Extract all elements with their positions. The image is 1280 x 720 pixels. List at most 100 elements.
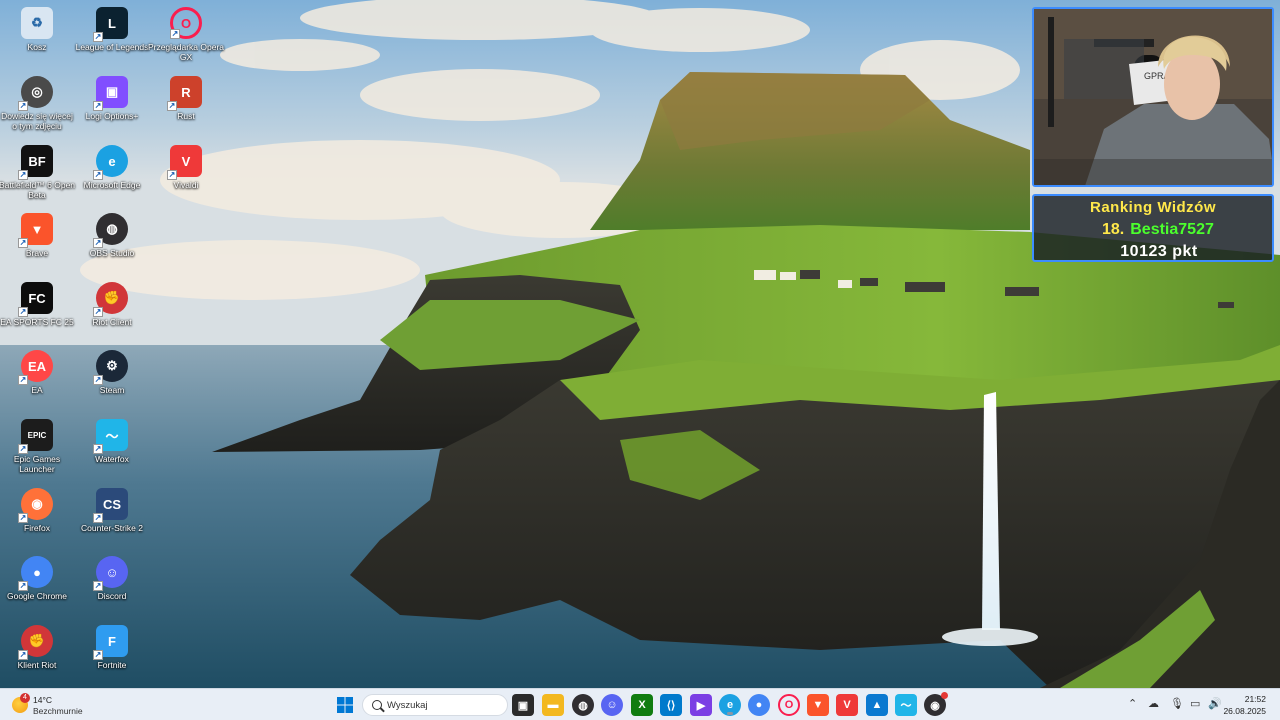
- taskbar-clock[interactable]: 21:52 26.08.2025: [1223, 693, 1266, 717]
- desktop-icon-label: Klient Riot: [17, 660, 57, 670]
- desktop-icon-label: Dowiedz się więcej o tym zdjęciu: [1, 111, 73, 131]
- taskbar-app-edge[interactable]: e: [719, 694, 741, 716]
- taskbar-app-media[interactable]: ▶: [690, 694, 712, 716]
- taskbar-app-task-view[interactable]: ▣: [512, 694, 534, 716]
- desktop-icon-riot-client[interactable]: ✊ ↗ Klient Riot: [0, 621, 74, 683]
- taskbar-app-xbox[interactable]: X: [631, 694, 653, 716]
- desktop-icon-label: OBS Studio: [89, 248, 135, 258]
- recording-dot-icon: [941, 692, 948, 699]
- recycle-bin-icon: ♻: [21, 7, 53, 39]
- desktop-icon-obs[interactable]: ◍ ↗ OBS Studio: [75, 209, 149, 271]
- desktop-icon-label: Fortnite: [97, 660, 127, 670]
- desktop-icon-waterfox[interactable]: 〜 ↗ Waterfox: [75, 415, 149, 477]
- shortcut-arrow-icon: ↗: [18, 101, 28, 111]
- desktop-icon-fortnite[interactable]: F ↗ Fortnite: [75, 621, 149, 683]
- shortcut-arrow-icon: ↗: [93, 375, 103, 385]
- microphone-icon[interactable]: 🎙: [1170, 697, 1184, 710]
- shortcut-arrow-icon: ↗: [18, 238, 28, 248]
- desktop-icon-label: Vivaldi: [173, 180, 199, 190]
- desktop-icon-discord[interactable]: ☺ ↗ Discord: [75, 552, 149, 614]
- ea-icon: EA ↗: [18, 350, 53, 385]
- start-button[interactable]: [334, 694, 356, 716]
- desktop-icon-riot-client[interactable]: ✊ ↗ Riot Client: [75, 278, 149, 340]
- desktop-icon-counter-strike[interactable]: CS ↗ Counter-Strike 2: [75, 484, 149, 546]
- desktop-icon-label: Firefox: [24, 523, 50, 533]
- riot-client-icon: ✊ ↗: [18, 625, 53, 660]
- taskbar-search[interactable]: [362, 694, 508, 716]
- battlefield-icon: BF ↗: [18, 145, 53, 180]
- taskbar-app-opera-gx[interactable]: O: [778, 694, 800, 716]
- firefox-icon: ◉ ↗: [18, 488, 53, 523]
- shortcut-arrow-icon: ↗: [167, 170, 177, 180]
- desktop-icon-steam[interactable]: ⚙ ↗ Steam: [75, 346, 149, 408]
- windows-logo-icon: [337, 697, 353, 713]
- desktop-icon-opera-gx[interactable]: O ↗ Przeglądarka Opera GX: [148, 3, 224, 65]
- counter-strike-icon: CS ↗: [93, 488, 128, 523]
- desktop-icon-logi-options[interactable]: ▣ ↗ Logi Options+: [75, 72, 149, 134]
- shortcut-arrow-icon: ↗: [93, 513, 103, 523]
- webcam-feed: GPRACE: [1034, 9, 1272, 185]
- ranking-username: Bestia7527: [1130, 221, 1214, 238]
- rust-icon: R ↗: [167, 76, 202, 111]
- desktop-icon-label: Counter-Strike 2: [81, 523, 143, 533]
- vivaldi-icon: V ↗: [167, 145, 202, 180]
- shortcut-arrow-icon: ↗: [93, 32, 103, 42]
- search-input[interactable]: [387, 698, 497, 713]
- cloud-icon[interactable]: ☁: [1148, 697, 1159, 710]
- shortcut-arrow-icon: ↗: [167, 101, 177, 111]
- desktop-icon-label: Microsoft Edge: [83, 180, 141, 190]
- desktop-icon-recycle-bin[interactable]: ♻ Kosz: [0, 3, 74, 65]
- desktop-icon-label: Logi Options+: [85, 111, 139, 121]
- taskbar-app-discord[interactable]: ☺: [601, 694, 623, 716]
- desktop-icon-league-of-legends[interactable]: L ↗ League of Legends: [75, 3, 149, 65]
- desktop-icon-firefox[interactable]: ◉ ↗ Firefox: [0, 484, 74, 546]
- shortcut-arrow-icon: ↗: [18, 170, 28, 180]
- desktop-icon-label: Rust: [177, 111, 195, 121]
- chevron-up-icon[interactable]: ⌃: [1128, 697, 1137, 710]
- taskbar-app-brave[interactable]: ▼: [807, 694, 829, 716]
- desktop-icon-brave[interactable]: ▼ ↗ Brave: [0, 209, 74, 271]
- epic-games-icon: EPIC ↗: [18, 419, 53, 454]
- clock-date: 26.08.2025: [1223, 706, 1266, 716]
- taskbar-app-photos[interactable]: ▲: [866, 694, 888, 716]
- desktop-icon-battlefield[interactable]: BF ↗ Battlefield™ 6 Open Beta: [0, 141, 75, 203]
- shortcut-arrow-icon: ↗: [18, 513, 28, 523]
- desktop-icon-ea-fc[interactable]: FC ↗ EA SPORTS FC 25: [0, 278, 74, 340]
- desktop-icon-label: Riot Client: [92, 317, 132, 327]
- volume-icon[interactable]: 🔊: [1208, 697, 1222, 710]
- desktop-icon-chrome[interactable]: ● ↗ Google Chrome: [0, 552, 74, 614]
- desktop-icon-edge[interactable]: e ↗ Microsoft Edge: [75, 141, 149, 203]
- desktop-icon-label: Epic Games Launcher: [13, 454, 61, 474]
- taskbar-app-file-explorer[interactable]: ▬: [542, 694, 564, 716]
- edge-icon: e ↗: [93, 145, 128, 180]
- taskbar-app-waterfox[interactable]: 〜: [895, 694, 917, 716]
- desktop-icon-epic-games[interactable]: EPIC ↗ Epic Games Launcher: [0, 415, 74, 477]
- taskbar-app-vivaldi[interactable]: V: [836, 694, 858, 716]
- shortcut-arrow-icon: ↗: [93, 444, 103, 454]
- steam-icon: ⚙ ↗: [93, 350, 128, 385]
- desktop-icon-vivaldi[interactable]: V ↗ Vivaldi: [149, 141, 223, 203]
- desktop-icon-label: Waterfox: [95, 454, 129, 464]
- clock-time: 21:52: [1244, 694, 1266, 704]
- obs-icon: ◍ ↗: [93, 213, 128, 248]
- taskbar-app-vscode[interactable]: ⟨⟩: [660, 694, 682, 716]
- taskbar-app-obs[interactable]: ◍: [572, 694, 594, 716]
- shortcut-arrow-icon: ↗: [93, 650, 103, 660]
- shortcut-arrow-icon: ↗: [93, 101, 103, 111]
- shortcut-arrow-icon: ↗: [93, 581, 103, 591]
- ranking-title: Ranking Widzów: [1089, 199, 1217, 216]
- search-icon: [372, 700, 382, 710]
- taskbar-app-chrome[interactable]: ●: [748, 694, 770, 716]
- ranking-entry: 18. Bestia7527: [1102, 221, 1214, 239]
- taskbar-app-obs-recording[interactable]: ◉: [924, 692, 948, 716]
- network-icon[interactable]: ▭: [1190, 697, 1200, 710]
- shortcut-arrow-icon: ↗: [93, 238, 103, 248]
- desktop-icon-camera-info[interactable]: ◎ ↗ Dowiedz się więcej o tym zdjęciu: [0, 72, 74, 134]
- shortcut-arrow-icon: ↗: [18, 581, 28, 591]
- desktop-icon-label: EA SPORTS FC 25: [0, 317, 74, 327]
- desktop-icon-label: Steam: [99, 385, 125, 395]
- notification-badge: 4: [20, 693, 30, 703]
- shortcut-arrow-icon: ↗: [18, 375, 28, 385]
- desktop-icon-ea[interactable]: EA ↗ EA: [0, 346, 74, 408]
- desktop-icon-rust[interactable]: R ↗ Rust: [149, 72, 223, 134]
